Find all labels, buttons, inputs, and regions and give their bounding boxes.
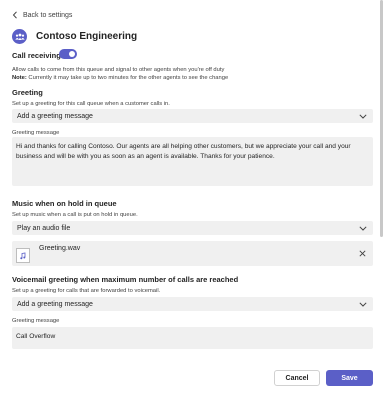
note-text: Currently it may take up to two minutes … (26, 75, 229, 81)
audio-file-icon (16, 248, 30, 263)
toggle-knob (69, 51, 75, 57)
close-icon (359, 250, 366, 257)
page-title: Contoso Engineering (36, 31, 138, 42)
remove-file-button[interactable] (359, 250, 366, 257)
greeting-dropdown[interactable]: Add a greeting message (12, 109, 373, 123)
greeting-dropdown-value: Add a greeting message (17, 112, 93, 120)
voicemail-section-title: Voicemail greeting when maximum number o… (12, 275, 239, 284)
chevron-down-icon (359, 113, 367, 119)
scrollbar[interactable] (380, 0, 383, 237)
chevron-down-icon (359, 225, 367, 231)
music-on-hold-dropdown[interactable]: Play an audio file (12, 221, 373, 235)
cancel-button[interactable]: Cancel (274, 370, 320, 386)
chevron-down-icon (359, 301, 367, 307)
music-on-hold-title: Music when on hold in queue (12, 199, 117, 208)
people-team-icon (12, 29, 27, 44)
page-header: Contoso Engineering (12, 29, 137, 44)
audio-file-row: Greeting.wav (12, 241, 373, 266)
call-receiving-description: Allow calls to come from this queue and … (12, 67, 225, 73)
audio-file-name: Greeting.wav (39, 245, 81, 252)
greeting-message-label: Greeting message (12, 130, 60, 136)
back-to-settings-link[interactable]: Back to settings (12, 11, 72, 19)
greeting-description: Set up a greeting for this call queue wh… (12, 101, 170, 107)
music-on-hold-description: Set up music when a call is put on hold … (12, 212, 138, 218)
voicemail-dropdown-value: Add a greeting message (17, 300, 93, 308)
call-receiving-note: Note: Currently it may take up to two mi… (12, 74, 228, 82)
voicemail-dropdown[interactable]: Add a greeting message (12, 297, 373, 311)
greeting-message-field[interactable]: Hi and thanks for calling Contoso. Our a… (12, 137, 373, 186)
greeting-section-title: Greeting (12, 88, 43, 97)
voicemail-description: Set up a greeting for calls that are for… (12, 288, 161, 294)
voicemail-message-field[interactable]: Call Overflow (12, 327, 373, 349)
chevron-left-icon (12, 11, 17, 19)
music-dropdown-value: Play an audio file (17, 224, 71, 232)
note-label: Note: (12, 75, 27, 81)
call-receiving-toggle[interactable] (59, 49, 77, 59)
save-button[interactable]: Save (326, 370, 373, 386)
call-receiving-label: Call receiving (12, 51, 61, 60)
back-label: Back to settings (23, 11, 73, 19)
voicemail-message-label: Greeting message (12, 318, 60, 324)
